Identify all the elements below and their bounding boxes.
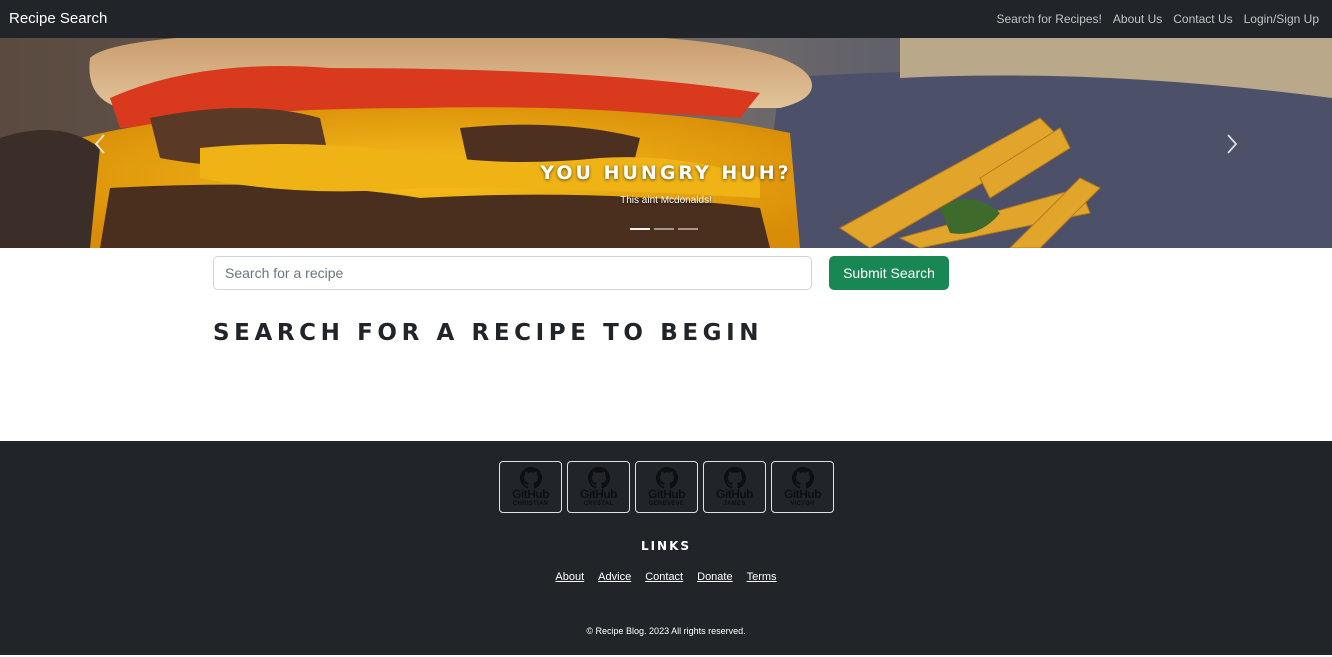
github-icon xyxy=(520,467,543,489)
burger-hero-image xyxy=(0,38,1332,248)
github-icon xyxy=(792,467,815,489)
hero-carousel: YOU HUNGRY HUH? This aint Mcdonalds! xyxy=(0,38,1332,248)
nav-link-about-us[interactable]: About Us xyxy=(1113,12,1162,26)
github-wordmark: GitHub xyxy=(716,487,754,501)
copyright-text: © Recipe Blog. 2023 All rights reserved. xyxy=(586,626,746,636)
chevron-right-icon xyxy=(1227,134,1238,154)
nav-link-contact-us[interactable]: Contact Us xyxy=(1173,12,1232,26)
carousel-prev-button[interactable] xyxy=(88,132,112,156)
github-wordmark: GitHub xyxy=(512,487,550,501)
github-links-row: GitHub CHRISTIAN GitHub CRYSTAL GitHub G… xyxy=(499,461,834,513)
github-card-name: CHRISTIAN xyxy=(512,501,549,507)
github-wordmark: GitHub xyxy=(580,487,618,501)
carousel-indicator[interactable] xyxy=(630,228,650,230)
footer-link-advice[interactable]: Advice xyxy=(598,571,631,583)
github-card-crystal[interactable]: GitHub CRYSTAL xyxy=(567,461,630,513)
carousel-indicator[interactable] xyxy=(678,228,698,230)
brand-link[interactable]: Recipe Search xyxy=(9,10,107,27)
github-card-victor[interactable]: GitHub VICTOR xyxy=(771,461,834,513)
footer-link-donate[interactable]: Donate xyxy=(697,571,732,583)
footer-link-terms[interactable]: Terms xyxy=(747,571,777,583)
chevron-left-icon xyxy=(94,134,105,154)
github-card-james[interactable]: GitHub JAMES xyxy=(703,461,766,513)
github-card-name: GENEVEVE xyxy=(648,501,685,507)
navbar: Recipe Search Search for Recipes! About … xyxy=(0,0,1332,38)
github-wordmark: GitHub xyxy=(784,487,822,501)
carousel-indicators xyxy=(630,228,698,230)
github-icon xyxy=(588,467,611,489)
submit-search-button[interactable]: Submit Search xyxy=(829,256,949,290)
github-card-geneveve[interactable]: GitHub GENEVEVE xyxy=(635,461,698,513)
carousel-caption-subtitle: This aint Mcdonalds! xyxy=(620,195,712,206)
nav-link-search-recipes[interactable]: Search for Recipes! xyxy=(997,12,1102,26)
github-card-name: JAMES xyxy=(723,501,746,507)
github-card-christian[interactable]: GitHub CHRISTIAN xyxy=(499,461,562,513)
github-card-name: CRYSTAL xyxy=(583,501,614,507)
footer-link-contact[interactable]: Contact xyxy=(645,571,683,583)
footer-links-title: LINKS xyxy=(640,539,692,553)
github-card-name: VICTOR xyxy=(790,501,815,507)
carousel-next-button[interactable] xyxy=(1220,132,1244,156)
github-icon xyxy=(656,467,679,489)
nav-link-login-signup[interactable]: Login/Sign Up xyxy=(1244,12,1319,26)
footer-links: About Advice Contact Donate Terms xyxy=(0,571,1332,583)
carousel-indicator[interactable] xyxy=(654,228,674,230)
empty-state-heading: SEARCH FOR A RECIPE TO BEGIN xyxy=(213,320,764,346)
search-input[interactable] xyxy=(213,256,812,290)
footer: GitHub CHRISTIAN GitHub CRYSTAL GitHub G… xyxy=(0,441,1332,655)
github-wordmark: GitHub xyxy=(648,487,686,501)
nav-links: Search for Recipes! About Us Contact Us … xyxy=(997,12,1320,26)
github-icon xyxy=(724,467,747,489)
carousel-caption-title: YOU HUNGRY HUH? xyxy=(540,162,792,184)
footer-link-about[interactable]: About xyxy=(555,571,584,583)
